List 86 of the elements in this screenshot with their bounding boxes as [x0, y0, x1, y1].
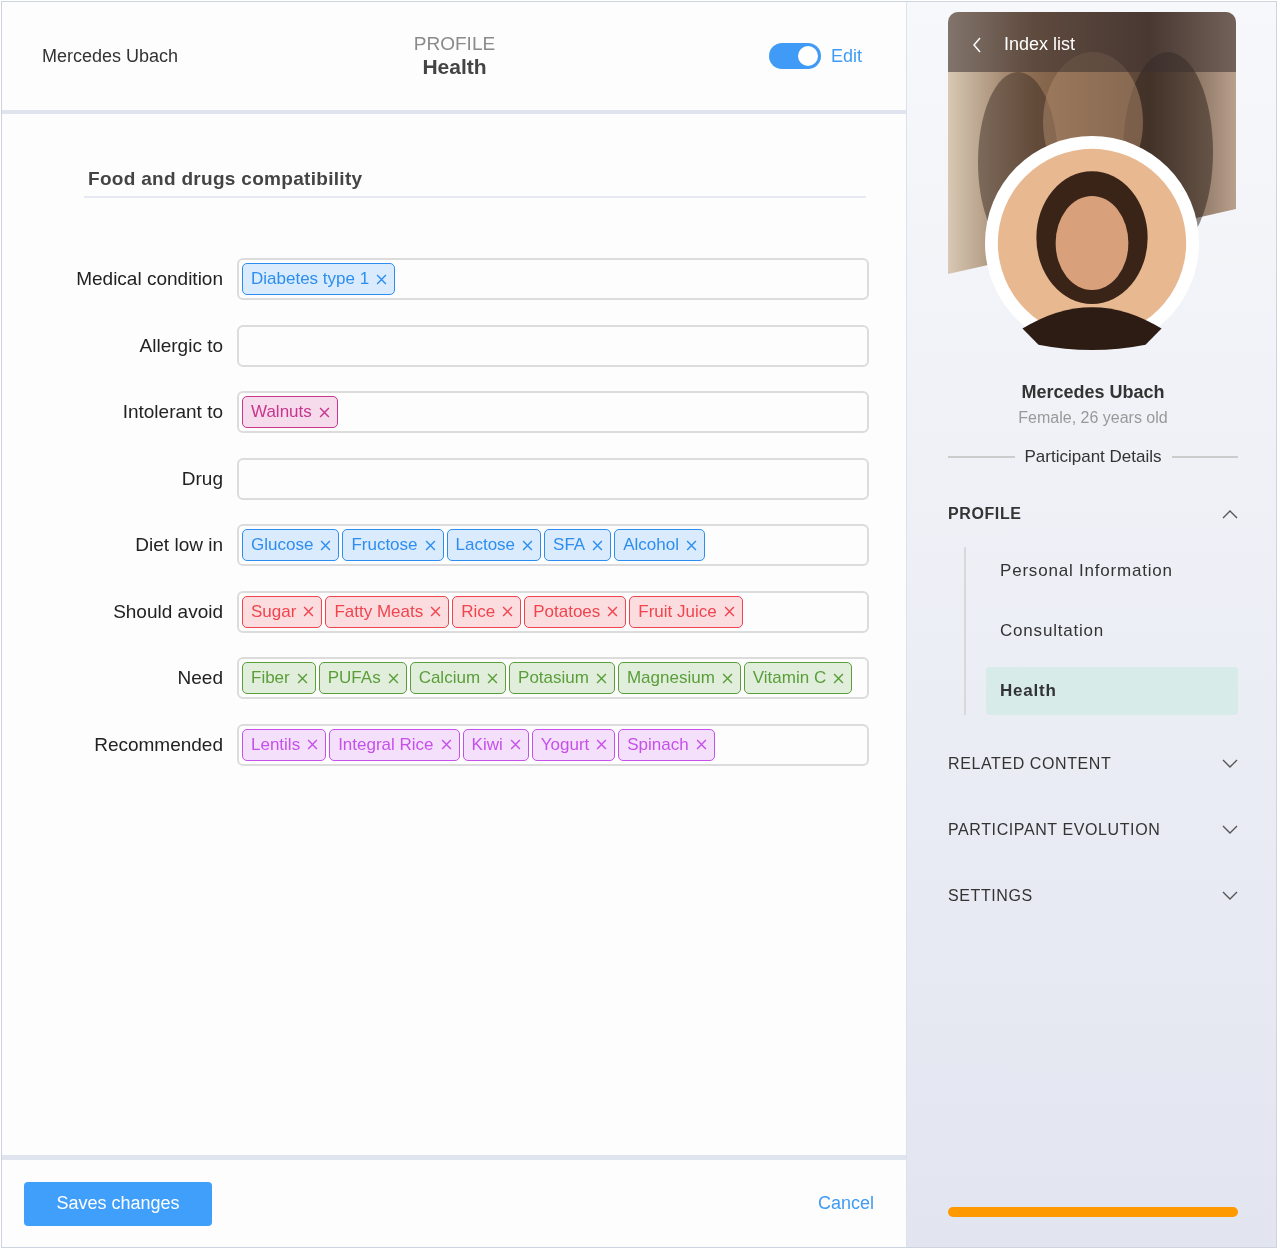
tag-chip[interactable]: Fruit Juice — [629, 595, 743, 628]
tag-chip[interactable]: Walnuts — [242, 396, 338, 428]
back-icon[interactable] — [972, 36, 982, 53]
tag-chip[interactable]: Fiber — [242, 662, 316, 694]
remove-icon[interactable] — [833, 672, 845, 684]
save-button[interactable]: Saves changes — [24, 1181, 212, 1226]
details-heading: Participant Details — [1023, 447, 1163, 467]
field-label: Medical condition — [75, 268, 224, 290]
accordion-header[interactable]: PROFILE — [948, 489, 1238, 539]
tag-chip[interactable]: Kiwi — [462, 728, 529, 761]
remove-icon[interactable] — [318, 406, 330, 418]
field-label: Allergic to — [138, 334, 224, 357]
remove-icon[interactable] — [296, 672, 308, 684]
remove-icon[interactable] — [376, 273, 388, 285]
tag-chip[interactable]: PUFAs — [318, 662, 407, 694]
user-name: Mercedes Ubach — [42, 45, 180, 67]
remove-icon[interactable] — [440, 739, 452, 750]
tag-chip[interactable]: Sugar — [242, 595, 323, 628]
remove-icon[interactable] — [721, 672, 733, 684]
chevron-down-icon[interactable] — [1222, 891, 1238, 901]
tag-input-field[interactable]: Sugar Fatty Meats Rice Potatoes Fruit Juice — [237, 590, 869, 633]
remove-icon[interactable] — [307, 739, 319, 750]
tag-chip[interactable]: Potasium — [509, 662, 615, 694]
remove-icon[interactable] — [522, 539, 534, 551]
remove-icon[interactable] — [607, 606, 619, 617]
accordion-header[interactable]: SETTINGS — [948, 863, 1238, 929]
participant-name: Mercedes Ubach — [1020, 382, 1166, 403]
remove-icon[interactable] — [387, 672, 399, 684]
edit-label[interactable]: Edit — [830, 45, 862, 67]
accordion-header[interactable]: PARTICIPANT EVOLUTION — [948, 797, 1238, 863]
page-title: Health — [422, 55, 487, 79]
tag-chip[interactable]: Lentils — [242, 728, 327, 761]
accordion-header[interactable]: RELATED CONTENT — [948, 731, 1238, 797]
field-label: Need — [176, 667, 224, 689]
remove-icon[interactable] — [723, 606, 735, 617]
tag-chip[interactable]: Potatoes — [524, 595, 627, 628]
remove-icon[interactable] — [592, 539, 604, 551]
remove-icon[interactable] — [303, 606, 315, 617]
tag-chip[interactable]: Vitamin C — [743, 662, 853, 694]
tag-input-field[interactable]: Walnuts — [237, 391, 869, 433]
nav-item[interactable]: Personal Information — [986, 547, 1238, 595]
tag-input-field[interactable]: Lentils Integral Rice Kiwi Yogurt Spinach — [237, 723, 869, 766]
tag-chip[interactable]: Rice — [452, 595, 522, 628]
field-label: Intolerant to — [121, 401, 224, 423]
back-link[interactable]: Index list — [1004, 34, 1076, 55]
nav-item[interactable]: Consultation — [986, 607, 1238, 655]
tag-chip[interactable]: Spinach — [618, 728, 715, 761]
remove-icon[interactable] — [509, 739, 521, 750]
tag-chip[interactable]: Fatty Meats — [325, 595, 450, 628]
section-heading: Food and drugs compatibility — [84, 168, 866, 198]
remove-icon[interactable] — [424, 539, 436, 551]
remove-icon[interactable] — [685, 539, 697, 551]
tag-chip[interactable]: Yogurt — [531, 728, 616, 761]
remove-icon[interactable] — [430, 606, 442, 617]
field-label: Recommended — [93, 733, 224, 756]
tag-chip[interactable]: Integral Rice — [329, 728, 460, 761]
section-label: PROFILE — [413, 33, 496, 55]
tag-input-field[interactable] — [237, 457, 869, 500]
tag-chip[interactable]: Calcium — [409, 662, 507, 694]
chevron-up-icon[interactable] — [1222, 509, 1238, 519]
tag-chip[interactable]: Magnesium — [617, 662, 741, 694]
tag-input-field[interactable]: Glucose Fructose Lactose SFA Alcohol — [237, 524, 869, 566]
remove-icon[interactable] — [487, 672, 499, 684]
nav-item[interactable]: Health — [986, 667, 1238, 715]
tag-chip[interactable]: Glucose — [242, 529, 340, 561]
tag-chip[interactable]: Lactose — [446, 529, 542, 561]
field-label: Drug — [180, 467, 224, 490]
participant-info: Female, 26 years old — [1017, 409, 1169, 427]
chevron-down-icon[interactable] — [1222, 825, 1238, 835]
remove-icon[interactable] — [695, 739, 707, 750]
remove-icon[interactable] — [502, 606, 514, 617]
tag-chip[interactable]: Alcohol — [614, 529, 705, 561]
tag-chip[interactable]: Fructose — [342, 529, 444, 561]
chevron-down-icon[interactable] — [1222, 759, 1238, 769]
tag-chip[interactable]: Diabetes type 1 — [242, 263, 396, 295]
field-label: Diet low in — [134, 534, 224, 556]
field-label: Should avoid — [112, 600, 224, 623]
cancel-link[interactable]: Cancel — [817, 1193, 874, 1214]
remove-icon[interactable] — [320, 539, 332, 551]
tag-input-field[interactable]: Diabetes type 1 — [237, 258, 869, 300]
edit-toggle[interactable] — [768, 43, 821, 69]
remove-icon[interactable] — [595, 672, 607, 684]
tag-input-field[interactable] — [237, 324, 869, 367]
tag-chip[interactable]: SFA — [544, 529, 612, 561]
remove-icon[interactable] — [596, 739, 608, 750]
tag-input-field[interactable]: Fiber PUFAs Calcium Potasium Magnesium Vitamin C — [237, 657, 869, 699]
